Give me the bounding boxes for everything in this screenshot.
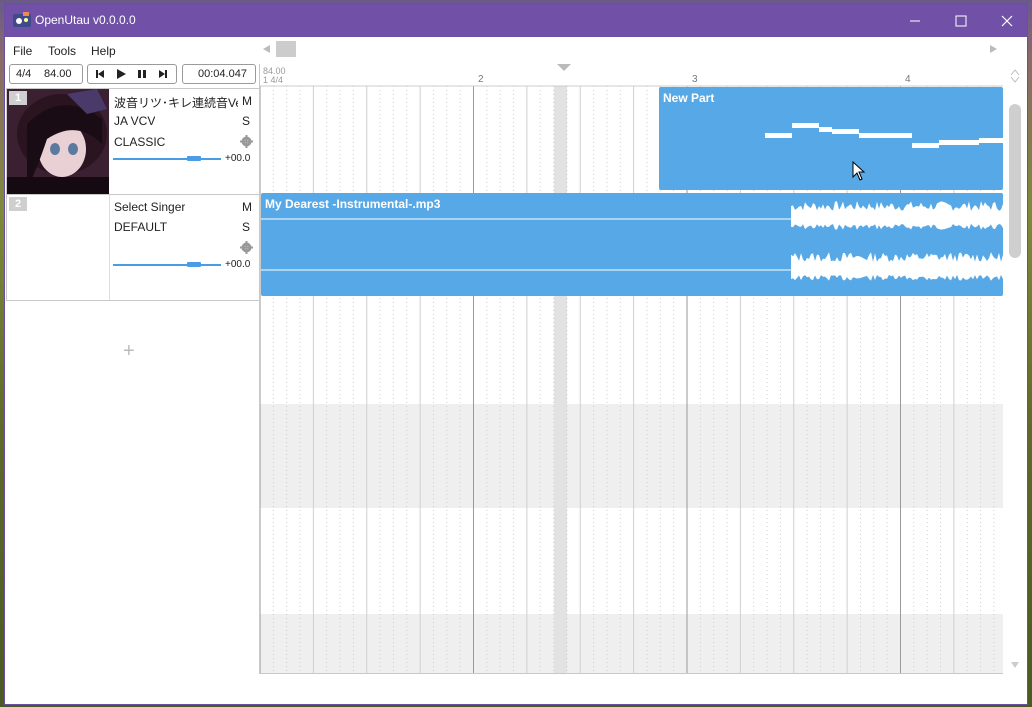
- phonemizer-name[interactable]: DEFAULT: [114, 220, 167, 234]
- volume-slider-thumb[interactable]: [187, 156, 201, 161]
- scroll-up-icon[interactable]: [1010, 68, 1020, 76]
- track-header-2[interactable]: 2 Select Singer M DEFAULT S +00.0: [6, 194, 260, 301]
- scroll-left-icon[interactable]: [263, 45, 271, 53]
- volume-slider-thumb[interactable]: [187, 262, 201, 267]
- close-icon: [1001, 15, 1013, 27]
- volume-value: +00.0: [225, 259, 251, 270]
- vertical-scroll-thumb[interactable]: [1009, 104, 1021, 258]
- app-window: OpenUtau v0.0.0.0 File Tools Help 4/4 84…: [5, 4, 1027, 704]
- solo-button[interactable]: S: [242, 220, 250, 234]
- tempo-signature-box[interactable]: 4/4 84.00: [9, 64, 83, 84]
- menu-tools[interactable]: Tools: [48, 44, 76, 58]
- gear-icon[interactable]: [240, 135, 253, 148]
- singer-avatar-empty[interactable]: 2: [7, 195, 109, 300]
- track-header-1[interactable]: 1 波音リツ･キレ連続音Ver M JA VCV S CLASSIC +00.0: [6, 88, 260, 195]
- divider: [109, 195, 110, 300]
- openutau-logo-icon: [13, 12, 31, 27]
- time-signature-marker: 1 4/4: [263, 75, 284, 85]
- add-track-button[interactable]: +: [123, 340, 135, 363]
- time-signature[interactable]: 4/4: [16, 68, 31, 80]
- maximize-icon: [955, 15, 967, 27]
- menu-file[interactable]: File: [13, 44, 32, 58]
- seek-end-icon[interactable]: [156, 68, 170, 80]
- singer-name[interactable]: Select Singer: [114, 200, 185, 214]
- volume-slider[interactable]: [113, 158, 221, 160]
- time-display: 00:04.047: [182, 64, 256, 84]
- scroll-right-icon[interactable]: [990, 45, 998, 53]
- bar-label-3: 3: [692, 74, 698, 85]
- playback-controls: [87, 64, 177, 84]
- volume-value: +00.0: [225, 153, 251, 164]
- menu-bar: File Tools Help: [5, 38, 260, 60]
- bar-label-2: 2: [478, 74, 484, 85]
- voice-part[interactable]: New Part: [659, 87, 1003, 190]
- minimize-button[interactable]: [892, 4, 938, 37]
- mute-button[interactable]: M: [242, 200, 252, 214]
- track-number: 2: [9, 197, 27, 211]
- bar-label-4: 4: [905, 74, 911, 85]
- track-number: 1: [9, 91, 27, 105]
- waveform: [261, 201, 1003, 281]
- horizontal-scrollbar[interactable]: [260, 38, 1005, 60]
- singer-avatar[interactable]: 1: [7, 89, 109, 194]
- renderer-name[interactable]: CLASSIC: [114, 135, 165, 149]
- bpm-value[interactable]: 84.00: [44, 68, 72, 80]
- pause-icon[interactable]: [135, 68, 149, 80]
- horizontal-scroll-thumb[interactable]: [276, 41, 296, 57]
- vertical-scrollbar[interactable]: [1002, 64, 1027, 673]
- solo-button[interactable]: S: [242, 114, 250, 128]
- minimize-icon: [910, 20, 920, 22]
- wave-part[interactable]: My Dearest -Instrumental-.mp3: [261, 193, 1003, 296]
- note-preview: [765, 123, 1003, 148]
- phonemizer-name[interactable]: JA VCV: [114, 114, 155, 128]
- volume-slider[interactable]: [113, 264, 221, 266]
- scroll-down-small-icon[interactable]: [1010, 76, 1020, 84]
- transport-bar: 4/4 84.00 00:04.047: [5, 64, 260, 86]
- seek-start-icon[interactable]: [93, 68, 107, 80]
- maximize-button[interactable]: [938, 4, 984, 37]
- mouse-cursor-icon: [852, 161, 866, 181]
- close-button[interactable]: [984, 4, 1030, 37]
- play-icon[interactable]: [114, 68, 128, 80]
- track-arrangement-area[interactable]: 84.00 1 4/4 2 3 4 New Part My Dearest -I…: [259, 64, 1003, 674]
- singer-name[interactable]: 波音リツ･キレ連続音Ver: [114, 94, 238, 111]
- scroll-down-icon[interactable]: [1010, 661, 1020, 669]
- mute-button[interactable]: M: [242, 94, 252, 108]
- title-bar: OpenUtau v0.0.0.0: [5, 4, 1027, 37]
- gear-icon[interactable]: [240, 241, 253, 254]
- window-title: OpenUtau v0.0.0.0: [35, 13, 136, 27]
- playback-time: 00:04.047: [198, 68, 247, 80]
- menu-help[interactable]: Help: [91, 44, 116, 58]
